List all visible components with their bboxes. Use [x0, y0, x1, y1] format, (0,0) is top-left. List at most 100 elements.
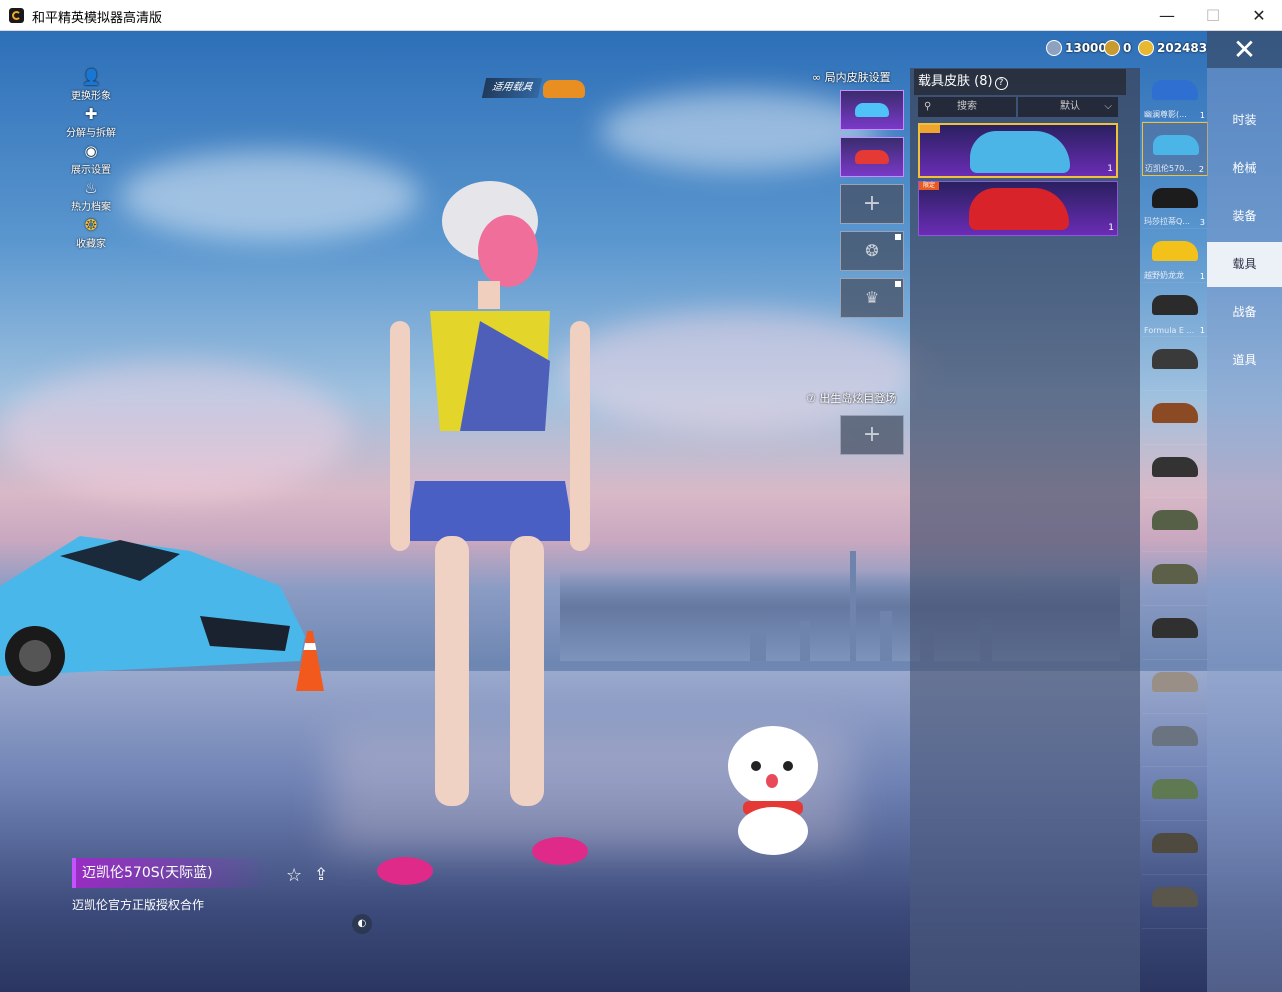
vehicle-list-item[interactable]	[1142, 552, 1208, 606]
vehicle-list-item[interactable]	[1142, 391, 1208, 445]
skin-slot-1[interactable]	[840, 90, 904, 130]
cloud	[0, 361, 350, 501]
menu-label: 更换形象	[71, 91, 111, 102]
vehicle-icon	[1152, 833, 1198, 854]
chevron-down-icon: ⌵	[1104, 101, 1112, 112]
plus-icon: +	[862, 422, 882, 447]
skin-slot-locked-2[interactable]: ♛	[840, 278, 904, 318]
pet-cat[interactable]	[718, 711, 828, 861]
applicable-vehicle-tag: 适用载具	[481, 78, 543, 98]
vehicle-name: 幽澜尊影(...	[1144, 109, 1187, 119]
skin-count: 1	[1108, 223, 1114, 233]
vehicle-list-item[interactable]: 玛莎拉蒂Q... 3	[1142, 176, 1208, 230]
menu-disassemble[interactable]: ✚ 分解与拆解	[56, 105, 126, 142]
equipped-badge	[920, 125, 940, 133]
player-character[interactable]	[360, 181, 620, 901]
tab-vehicles[interactable]: 载具	[1207, 242, 1282, 287]
person-icon: 👤	[82, 68, 101, 86]
game-scene: 👤 更换形象 ✚ 分解与拆解 ◉ 展示设置 ♨ 热力档案 ❂ 收藏家 适用载具 …	[0, 31, 1282, 992]
gold-medal-icon	[1104, 40, 1120, 56]
vehicle-icon	[1152, 295, 1198, 316]
help-icon: ⑦	[806, 392, 820, 405]
tab-equipment[interactable]: 装备	[1207, 194, 1282, 239]
vehicle-car-icon	[543, 80, 585, 98]
vehicle-icon	[1152, 725, 1198, 746]
vehicle-list-item[interactable]	[1142, 767, 1208, 822]
lock-icon	[895, 281, 901, 287]
vehicle-icon	[1152, 187, 1198, 208]
menu-display-settings[interactable]: ◉ 展示设置	[56, 142, 126, 179]
vehicle-list-item[interactable]: 迈凯伦570... 2	[1142, 121, 1208, 176]
vehicle-list-item[interactable]	[1142, 821, 1208, 875]
skin-card-sky-blue[interactable]: 1	[918, 123, 1118, 178]
menu-label: 收藏家	[76, 239, 106, 250]
vehicle-icon	[1152, 456, 1198, 477]
vehicle-list-item[interactable]	[1142, 445, 1208, 499]
badge-icon: ❂	[865, 241, 879, 260]
vehicle-skin-count: 1	[1199, 325, 1205, 335]
share-icon[interactable]: ⇪	[314, 865, 328, 885]
vehicle-list-item[interactable]	[1142, 498, 1208, 553]
tab-fashion[interactable]: 时装	[1207, 98, 1282, 143]
vehicle-list-item[interactable]	[1142, 875, 1208, 929]
vehicle-icon	[1152, 348, 1198, 369]
in-game-skin-settings-label[interactable]: ∞ 局内皮肤设置	[812, 69, 891, 85]
spawn-island-label[interactable]: ⑦ 出生岛炫目登场	[806, 390, 896, 406]
favorite-star-icon[interactable]: ☆	[286, 865, 302, 886]
vehicle-icon	[1152, 779, 1198, 800]
car-icon	[855, 103, 889, 117]
window-close-button[interactable]: ✕	[1236, 0, 1282, 30]
skin-slot-add[interactable]: +	[840, 184, 904, 224]
limited-badge: 限定	[919, 182, 939, 190]
eye-icon: ◉	[84, 142, 98, 160]
vehicle-list-item[interactable]	[1142, 660, 1208, 714]
currency-silver: 13000	[1046, 37, 1107, 59]
vehicle-icon	[1152, 564, 1198, 585]
vehicle-name: Formula E ...	[1144, 325, 1195, 335]
vehicle-list-item[interactable]	[1142, 606, 1208, 660]
left-menu: 👤 更换形象 ✚ 分解与拆解 ◉ 展示设置 ♨ 热力档案 ❂ 收藏家	[56, 68, 126, 253]
menu-heat-archive[interactable]: ♨ 热力档案	[56, 179, 126, 216]
crown-icon: ♛	[864, 288, 880, 307]
close-panel-button[interactable]: ✕	[1207, 31, 1282, 68]
vehicle-icon	[1152, 886, 1198, 907]
skin-card-red[interactable]: 限定 1	[918, 181, 1118, 236]
car-icon	[969, 188, 1069, 230]
vehicle-list-item[interactable]	[1142, 337, 1208, 391]
gold-coin-icon	[1138, 40, 1154, 56]
window-title: 和平精英模拟器高清版	[32, 11, 163, 26]
vehicle-list-item[interactable]: 幽澜尊影(... 1	[1142, 68, 1208, 122]
sort-dropdown[interactable]: 默认 ⌵	[1018, 97, 1118, 117]
vehicle-name: 越野奶龙龙	[1144, 271, 1184, 281]
vehicle-icon	[1152, 402, 1198, 423]
cloud	[600, 91, 880, 171]
menu-change-appearance[interactable]: 👤 更换形象	[56, 68, 126, 105]
vehicle-skin-count: 1	[1199, 272, 1205, 282]
vehicle-skin-count: 3	[1199, 218, 1205, 228]
puzzle-icon: ✚	[84, 105, 98, 123]
menu-collector[interactable]: ❂ 收藏家	[56, 216, 126, 253]
vehicle-icon	[1152, 80, 1198, 100]
vehicle-icon	[1153, 134, 1199, 155]
currency-value: 13000	[1065, 41, 1107, 55]
spawn-slot-add[interactable]: +	[840, 415, 904, 455]
search-icon: ⚲	[924, 101, 932, 112]
vehicle-name: 迈凯伦570...	[1145, 163, 1192, 173]
vehicle-list-item[interactable]	[1142, 714, 1208, 768]
vehicle-icon	[1152, 617, 1198, 638]
skin-slot-locked-1[interactable]: ❂	[840, 231, 904, 271]
tab-items[interactable]: 道具	[1207, 338, 1282, 383]
help-icon[interactable]: ?	[994, 77, 1008, 90]
skin-slot-2[interactable]	[840, 137, 904, 177]
maximize-button[interactable]: ☐	[1190, 0, 1236, 30]
vehicle-model[interactable]	[0, 526, 310, 696]
selected-skin-name: 迈凯伦570S(天际蓝)	[72, 858, 272, 888]
vehicle-icon	[1152, 510, 1198, 531]
skin-search-input[interactable]: ⚲ 搜索	[918, 97, 1016, 117]
minimize-button[interactable]: —	[1144, 0, 1190, 30]
tab-weapons[interactable]: 枪械	[1207, 146, 1282, 191]
camera-rotate-icon[interactable]: ◐	[352, 914, 372, 934]
tab-combat[interactable]: 战备	[1207, 290, 1282, 335]
vehicle-list-item[interactable]: 越野奶龙龙 1	[1142, 229, 1208, 284]
vehicle-list-item[interactable]: Formula E ... 1	[1142, 283, 1208, 337]
